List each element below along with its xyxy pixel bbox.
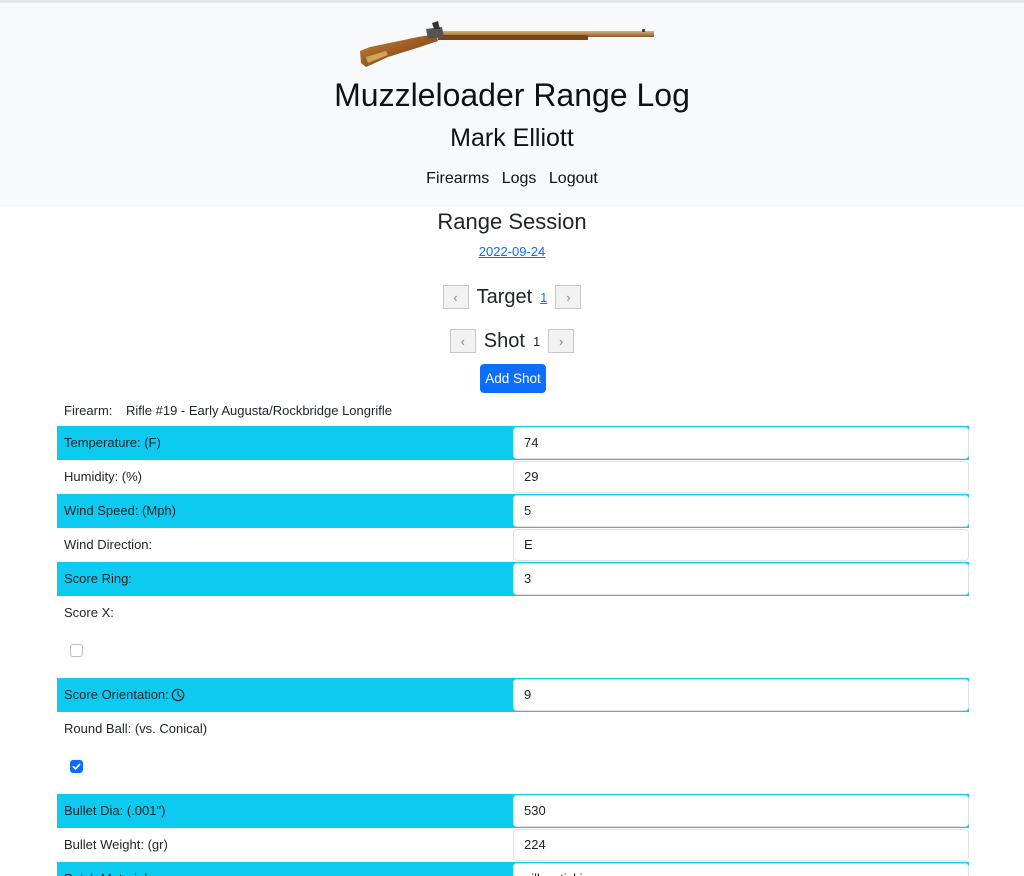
nav-logout-link[interactable]: Logout <box>549 170 598 187</box>
nav-logs-link[interactable]: Logs <box>502 170 537 187</box>
round-ball-label: Round Ball: (vs. Conical) <box>64 721 208 736</box>
score-ring-label: Score Ring: <box>64 571 132 586</box>
bullet-weight-input[interactable]: 224 <box>513 829 969 861</box>
bullet-weight-label: Bullet Weight: (gr) <box>64 837 168 852</box>
page-title: Range Session <box>437 209 587 234</box>
add-shot-button[interactable]: Add Shot <box>480 364 546 393</box>
clock-icon <box>171 688 185 702</box>
wind-speed-row: Wind Speed: (Mph) 5 <box>57 494 969 528</box>
target-pager: ‹ Target 1 › <box>0 283 1024 311</box>
session-date-link[interactable]: 2022-09-24 <box>479 244 546 259</box>
bullet-dia-label: Bullet Dia: (.001") <box>64 803 166 818</box>
score-orientation-label: Score Orientation: <box>64 687 169 702</box>
shot-next-button[interactable]: › <box>548 329 575 353</box>
patch-material-row: Patch Material: pillow ticking <box>57 862 969 876</box>
user-name: Mark Elliott <box>450 124 574 152</box>
score-x-row <box>57 630 969 678</box>
wind-direction-row: Wind Direction: E <box>57 528 969 562</box>
score-orientation-input[interactable]: 9 <box>513 679 969 711</box>
bullet-dia-row: Bullet Dia: (.001") 530 <box>57 794 969 828</box>
score-ring-row: Score Ring: 3 <box>57 562 969 596</box>
humidity-label: Humidity: (%) <box>64 469 143 484</box>
site-header: Muzzleloader Range Log Mark Elliott Fire… <box>0 0 1024 207</box>
firearm-value: Rifle #19 - Early Augusta/Rockbridge Lon… <box>126 403 392 418</box>
firearm-info: Firearm: Rifle #19 - Early Augusta/Rockb… <box>64 402 392 420</box>
patch-material-input[interactable]: pillow ticking <box>513 863 969 876</box>
score-orientation-label-wrap: Score Orientation: <box>57 678 513 712</box>
nav-firearms-link[interactable]: Firearms <box>426 170 489 187</box>
score-orientation-row: Score Orientation: 9 <box>57 678 969 712</box>
humidity-row: Humidity: (%) 29 <box>57 460 969 494</box>
patch-material-label: Patch Material: <box>57 862 513 876</box>
temperature-input[interactable]: 74 <box>513 427 969 459</box>
target-prev-button[interactable]: ‹ <box>442 285 469 309</box>
bullet-weight-row: Bullet Weight: (gr) 224 <box>57 828 969 862</box>
shot-prev-button[interactable]: ‹ <box>449 329 476 353</box>
bullet-dia-input[interactable]: 530 <box>513 795 969 827</box>
target-label: Target <box>476 285 533 308</box>
wind-direction-input[interactable]: E <box>513 529 969 561</box>
wind-direction-label: Wind Direction: <box>64 537 153 552</box>
site-title: Muzzleloader Range Log <box>334 77 690 113</box>
temperature-label: Temperature: (F) <box>64 435 161 450</box>
shot-label: Shot <box>483 329 525 352</box>
main-nav: Firearms Logs Logout <box>0 168 1024 190</box>
session-date: 2022-09-24 <box>0 243 1024 261</box>
wind-speed-input[interactable]: 5 <box>513 495 969 527</box>
shot-number: 1 <box>532 333 541 349</box>
score-x-label: Score X: <box>64 605 114 620</box>
firearm-label: Firearm: <box>64 403 113 418</box>
checkmark-icon <box>72 763 81 770</box>
score-ring-input[interactable]: 3 <box>513 563 969 595</box>
target-next-button[interactable]: › <box>555 285 582 309</box>
shot-form: Temperature: (F) 74 Humidity: (%) 29 Win… <box>57 426 969 876</box>
temperature-row: Temperature: (F) 74 <box>57 426 969 460</box>
round-ball-row <box>57 746 969 794</box>
round-ball-checkbox[interactable] <box>70 760 83 773</box>
target-number-link[interactable]: 1 <box>540 290 547 305</box>
humidity-input[interactable]: 29 <box>513 461 969 493</box>
rifle-logo-icon <box>360 21 654 67</box>
wind-speed-label: Wind Speed: (Mph) <box>64 503 176 518</box>
shot-pager: ‹ Shot 1 › <box>0 327 1024 355</box>
score-x-checkbox[interactable] <box>70 644 83 657</box>
